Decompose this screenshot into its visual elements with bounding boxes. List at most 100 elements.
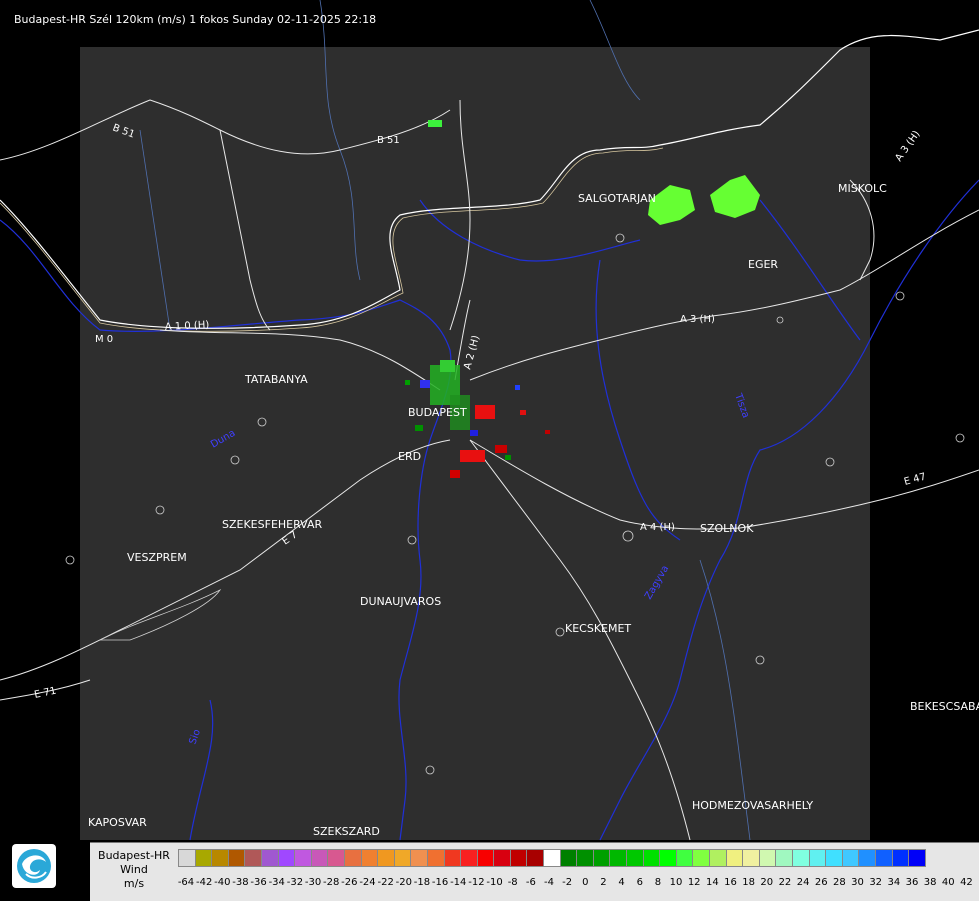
city-salgotarjan: SALGOTARJAN: [578, 192, 656, 205]
city-kecskemet: KECSKEMET: [565, 622, 631, 635]
legend-tick-label: -14: [450, 877, 467, 888]
legend-swatch: [808, 849, 827, 867]
legend-swatch: [360, 849, 379, 867]
legend-swatch: [559, 849, 578, 867]
legend-swatch: [493, 849, 511, 867]
road-label-e47: E 47: [903, 472, 927, 488]
legend-swatch: [244, 849, 262, 867]
legend-swatch: [343, 849, 362, 867]
legend-swatch: [393, 849, 412, 867]
legend-tick-label: 10: [669, 877, 683, 888]
legend-swatch: [443, 849, 462, 867]
legend-tick-label: 14: [705, 877, 719, 888]
legend-tick-label: -10: [486, 877, 503, 888]
legend-swatch: [758, 849, 777, 867]
legend-swatch: [178, 849, 196, 867]
legend-swatch: [692, 849, 710, 867]
legend-tick-label: -24: [359, 877, 376, 888]
legend-swatch: [874, 849, 893, 867]
legend-tick-label: -34: [268, 877, 285, 888]
legend-swatch: [659, 849, 677, 867]
legend-tick-label: 28: [833, 877, 846, 888]
legend-tick-label: 38: [923, 877, 937, 888]
legend-swatch: [294, 849, 312, 867]
legend-swatch: [791, 849, 810, 867]
legend-tick-label: -28: [323, 877, 340, 888]
legend-swatch: [725, 849, 744, 867]
legend-tick-label: -42: [195, 877, 213, 888]
road-label-b51-east: B 51: [377, 135, 400, 146]
legend-swatch: [327, 849, 345, 867]
legend-tick-label: 2: [600, 877, 607, 888]
legend-swatch: [609, 849, 628, 867]
legend-tick-label: -36: [250, 877, 267, 888]
radar-map: B 51 B 51 A 3 (H) A 3 (H) A 4 (H) E 47 E…: [0, 0, 979, 841]
legend-tick-label: 12: [687, 877, 701, 888]
legend-swatch: [260, 849, 279, 867]
legend-tick-label: -26: [341, 877, 358, 888]
legend-tick-label: -2: [562, 877, 573, 888]
legend-tick-label: 22: [778, 877, 792, 888]
legend-swatch: [227, 849, 246, 867]
legend-tick-label: -64: [177, 877, 195, 888]
legend-swatch: [626, 849, 644, 867]
legend-swatch: [775, 849, 793, 867]
legend-swatch: [426, 849, 445, 867]
legend-tick-label: 42: [960, 877, 973, 888]
legend-tick-label: -20: [395, 877, 412, 888]
legend-swatch: [476, 849, 495, 867]
road-label-a4: A 4 (H): [640, 522, 675, 533]
legend-tick-label: 6: [636, 877, 643, 888]
city-miskolc: MISKOLC: [838, 182, 887, 195]
legend-swatch: [642, 849, 661, 867]
legend-tick-label: -8: [507, 877, 518, 888]
city-kaposvar: KAPOSVAR: [88, 816, 147, 829]
map-title: Budapest-HR Szél 120km (m/s) 1 fokos Sun…: [14, 13, 377, 26]
legend-tick-label: -4: [544, 877, 554, 888]
legend-tick-label: -16: [431, 877, 449, 888]
legend-label: Budapest-HR Wind m/s: [90, 843, 178, 901]
city-szekszard: SZEKSZARD: [313, 825, 380, 838]
road-label-a3-ne: A 3 (H): [893, 129, 922, 164]
color-legend: Budapest-HR Wind m/s -64 -42 -40 -38 -36 -34-…: [90, 842, 979, 901]
lake-9: [895, 291, 905, 301]
city-hodmezovasarhely: HODMEZOVASARHELY: [692, 799, 813, 812]
legend-tick-label: -38: [232, 877, 249, 888]
legend-tick-label: 26: [814, 877, 828, 888]
legend-tick-label: 18: [742, 877, 756, 888]
legend-tick-label: 30: [851, 877, 864, 888]
legend-tick-label: 16: [724, 877, 737, 888]
legend-tick-label: 40: [941, 877, 955, 888]
legend-swatches: [178, 849, 926, 869]
legend-swatch: [194, 849, 213, 867]
legend-swatch: [277, 849, 296, 867]
legend-swatch: [410, 849, 428, 867]
legend-line2: Wind: [120, 863, 148, 876]
city-szolnok: SZOLNOK: [700, 522, 754, 535]
legend-tick-label: 36: [905, 877, 919, 888]
legend-swatch: [841, 849, 860, 867]
city-bekescsaba: BEKESCSABA: [910, 700, 979, 713]
legend-tick-label: 20: [760, 877, 774, 888]
road-label-e71: E 71: [33, 686, 57, 701]
legend-tick-label: 32: [869, 877, 883, 888]
legend-swatch: [592, 849, 611, 867]
legend-tick-label: 8: [654, 877, 662, 888]
legend-swatch: [858, 849, 876, 867]
legend-swatch: [908, 849, 926, 867]
city-eger: EGER: [748, 258, 778, 271]
legend-swatch: [460, 849, 478, 867]
lake-14: [65, 555, 75, 565]
legend-swatch: [675, 849, 694, 867]
legend-swatch: [742, 849, 760, 867]
legend-tick-label: -32: [286, 877, 304, 888]
legend-swatch: [509, 849, 528, 867]
legend-tick-label: -18: [413, 877, 431, 888]
legend-swatch: [709, 849, 727, 867]
lake-11: [955, 433, 965, 443]
city-dunaujvaros: DUNAUJVAROS: [360, 595, 441, 608]
legend-tick-label: -6: [525, 877, 536, 888]
legend-swatch: [310, 849, 329, 867]
legend-swatch: [576, 849, 594, 867]
road-label-a10: A 1 0 (H): [165, 320, 210, 333]
